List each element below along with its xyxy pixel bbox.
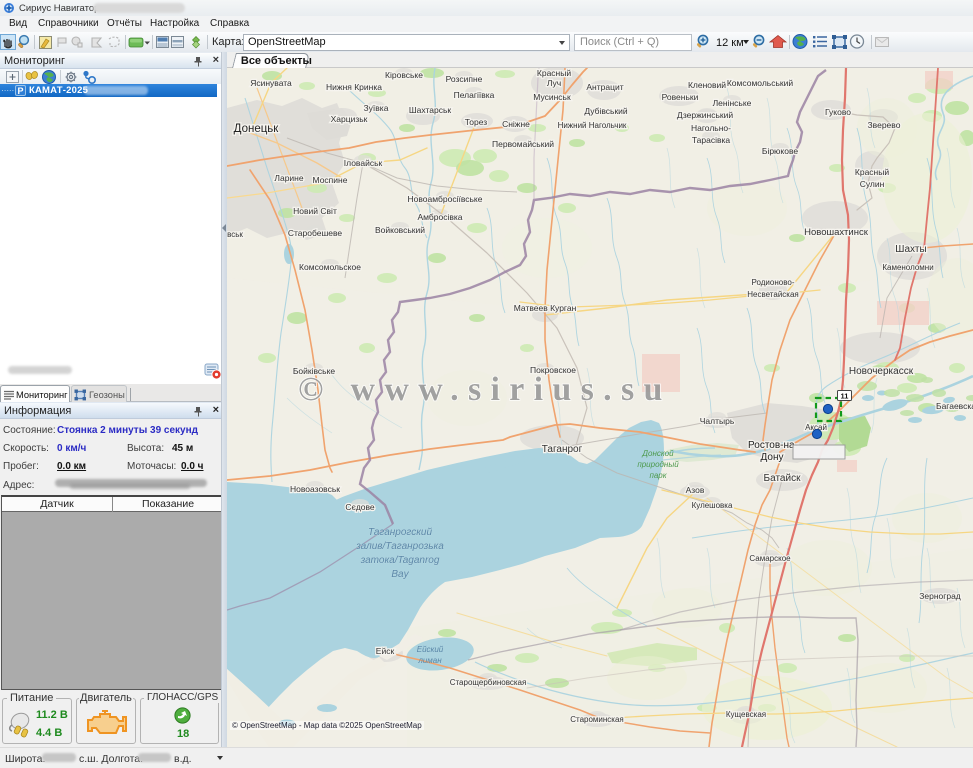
svg-text:Ясинувата: Ясинувата [250,78,292,88]
svg-text:Шахтарськ: Шахтарськ [409,105,452,115]
svg-text:Ровеньки: Ровеньки [662,92,699,102]
svg-text:Ростов-на-: Ростов-на- [748,440,798,451]
svg-text:Дзержинський: Дзержинський [677,110,734,120]
svg-text:Донской: Донской [641,449,674,458]
svg-text:Красный: Красный [537,68,571,78]
svg-text:Торез: Торез [465,117,488,127]
svg-text:© www.sirius.su: © www.sirius.su [298,371,672,408]
svg-text:Комсомольское: Комсомольское [299,262,361,272]
svg-text:Нижня Кринка: Нижня Кринка [326,82,382,92]
svg-text:Іловайськ: Іловайськ [344,158,383,168]
svg-text:Гуково: Гуково [825,107,851,117]
svg-text:Дубівський: Дубівський [584,106,628,116]
svg-text:Моспине: Моспине [313,175,348,185]
svg-text:Тарасівка: Тарасівка [692,135,731,145]
svg-text:Таганрог: Таганрог [542,444,583,455]
svg-text:Пелагіївка: Пелагіївка [454,90,495,100]
svg-text:залив/Таганрозька: залив/Таганрозька [355,541,444,552]
svg-text:Красный: Красный [855,167,889,177]
svg-text:Новоамбросіївське: Новоамбросіївське [408,194,483,204]
svg-text:Старощербиновская: Старощербиновская [450,678,527,687]
svg-text:Новий Світ: Новий Світ [293,206,337,216]
svg-text:Новоазовськ: Новоазовськ [290,484,340,494]
svg-text:Шахты: Шахты [895,244,926,255]
svg-text:Амбросівка: Амбросівка [417,212,462,222]
svg-text:Кущевская: Кущевская [726,710,766,719]
svg-text:Батайск: Батайск [764,473,802,484]
svg-text:вськ: вськ [227,230,243,239]
svg-text:Чалтырь: Чалтырь [700,416,735,426]
svg-text:Розсипне: Розсипне [446,74,483,84]
svg-text:Нижний Нагольчик: Нижний Нагольчик [558,121,627,130]
svg-text:11: 11 [841,392,849,401]
svg-text:Ейск: Ейск [376,646,395,656]
svg-text:Первомайський: Первомайський [492,139,554,149]
svg-text:Багаевска: Багаевска [936,401,973,411]
svg-text:Старобешеве: Старобешеве [288,228,343,238]
svg-text:Несветайская: Несветайская [747,290,799,299]
svg-text:Ленінське: Ленінське [713,98,752,108]
svg-text:Донецьк: Донецьк [234,123,280,135]
svg-text:Азов: Азов [686,485,705,495]
svg-text:Зверево: Зверево [868,120,901,130]
svg-text:Луч: Луч [547,78,561,88]
svg-text:Новошахтинск: Новошахтинск [804,227,869,238]
svg-text:Староминская: Староминская [570,715,624,724]
svg-text:Сєдове: Сєдове [345,502,375,512]
svg-text:Комсомольський: Комсомольський [727,78,794,88]
svg-text:Bay: Bay [391,569,409,580]
svg-text:природный: природный [637,460,679,469]
svg-text:Матвеев Курган: Матвеев Курган [514,303,577,313]
svg-text:Дону: Дону [761,452,784,463]
svg-text:Антрацит: Антрацит [586,82,623,92]
svg-text:Мусинськ: Мусинськ [533,92,571,102]
svg-text:Новочеркасск: Новочеркасск [849,366,914,377]
svg-text:парк: парк [649,471,667,480]
svg-text:Родионово-: Родионово- [752,278,795,287]
svg-text:Харцизьк: Харцизьк [331,114,368,124]
svg-text:лиман: лиман [417,656,442,665]
svg-text:Сулин: Сулин [860,179,885,189]
svg-text:Зуївка: Зуївка [364,103,389,113]
svg-text:Сніжне: Сніжне [502,119,530,129]
svg-text:Ларине: Ларине [274,173,303,183]
svg-text:Самарское: Самарское [749,554,791,563]
svg-text:затока/Taganrog: затока/Taganrog [360,555,440,566]
svg-text:Таганрогский: Таганрогский [368,527,433,538]
svg-text:Кіровське: Кіровське [385,70,423,80]
svg-text:Зерноград: Зерноград [919,591,961,601]
svg-text:Кленовий: Кленовий [688,80,726,90]
svg-text:Нагольно-: Нагольно- [691,123,731,133]
svg-text:Войковський: Войковський [375,225,425,235]
svg-text:Кулешовка: Кулешовка [692,501,733,510]
svg-text:Каменоломни: Каменоломни [882,263,933,272]
svg-text:Ейский: Ейский [417,645,444,654]
svg-text:Бірюкове: Бірюкове [762,146,799,156]
